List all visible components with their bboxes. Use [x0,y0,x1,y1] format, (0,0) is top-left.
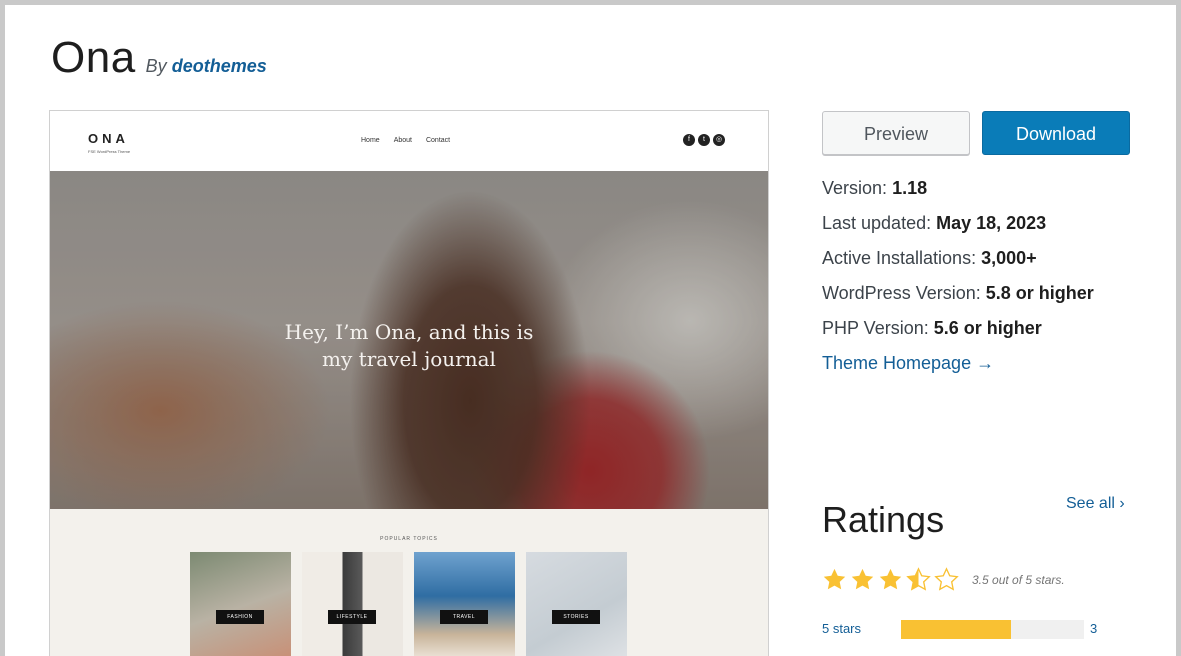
meta-version-label: Version: [822,178,888,198]
rating-bar-track [901,620,1084,639]
topic-card-stories: STORIES [526,552,627,656]
meta-installs: Active Installations: 3,000+ [822,247,1094,282]
screenshot-nav: Home About Contact [361,137,450,144]
topic-tag: STORIES [552,610,600,624]
meta-wp-label: WordPress Version: [822,283,981,303]
screenshot-tagline: FSE WordPress Theme [88,149,131,154]
page: Ona By deothemes ONA FSE WordPress Theme… [5,5,1176,656]
screenshot-hero-image: Hey, I’m Ona, and this is my travel jour… [50,171,768,509]
by-label: By [145,56,167,76]
screenshot-header: ONA FSE WordPress Theme Home About Conta… [50,111,768,171]
rating-bar-fill [901,620,1011,639]
rating-text: 3.5 out of 5 stars. [972,572,1065,587]
meta-php-label: PHP Version: [822,318,929,338]
meta-homepage: Theme Homepage → [822,352,1094,387]
rating-count: 3 [1090,621,1098,636]
theme-homepage-link[interactable]: Theme Homepage → [822,353,994,373]
star-full-icon [879,568,902,590]
star-rating: 3.5 out of 5 stars. [822,567,1065,592]
screenshot-nav-about: About [393,137,412,144]
meta-php-value: 5.6 or higher [933,318,1042,338]
screenshot-social: f t ◎ [683,134,725,146]
hero-heading: Hey, I’m Ona, and this is my travel jour… [50,319,768,373]
twitter-icon: t [698,134,710,146]
star-half-icon [906,567,931,591]
meta-updated: Last updated: May 18, 2023 [822,212,1094,247]
star-full-icon [823,568,846,590]
byline: By deothemes [146,56,267,77]
meta-wp-value: 5.8 or higher [985,283,1094,303]
theme-meta: Version: 1.18 Last updated: May 18, 2023… [822,177,1094,387]
meta-updated-value: May 18, 2023 [936,213,1047,233]
star-empty-icon [934,567,959,591]
rating-bar-row: 5 stars 3 [822,619,1122,641]
preview-button[interactable]: Preview [822,111,970,155]
see-all-ratings-link[interactable]: See all › [1066,495,1125,513]
meta-updated-label: Last updated: [822,213,932,233]
meta-version: Version: 1.18 [822,177,1094,212]
screenshot-nav-home: Home [361,137,380,144]
topic-tag: TRAVEL [440,610,488,624]
author-link[interactable]: deothemes [172,56,267,76]
facebook-icon: f [683,134,695,146]
meta-installs-value: 3,000+ [981,248,1037,268]
theme-title: Ona [51,33,136,82]
ratings-heading: Ratings [822,499,945,540]
topic-tag: FASHION [216,610,264,624]
instagram-icon: ◎ [713,134,725,146]
meta-installs-label: Active Installations: [822,248,977,268]
topic-tag: LIFESTYLE [328,610,376,624]
hero-line-2: my travel journal [322,347,496,371]
hero-line-1: Hey, I’m Ona, and this is [284,320,534,344]
popular-topics: POPULAR TOPICS FASHION LIFESTYLE TRAVEL … [50,509,768,656]
meta-php-version: PHP Version: 5.6 or higher [822,317,1094,352]
topic-card-lifestyle: LIFESTYLE [302,552,403,656]
screenshot-nav-contact: Contact [425,137,451,144]
popular-topics-title: POPULAR TOPICS [380,536,438,542]
meta-version-value: 1.18 [892,178,928,198]
meta-wp-version: WordPress Version: 5.8 or higher [822,282,1094,317]
topic-card-travel: TRAVEL [414,552,515,656]
download-button[interactable]: Download [982,111,1130,155]
theme-screenshot: ONA FSE WordPress Theme Home About Conta… [49,110,769,656]
see-all-label: See all [1066,495,1115,512]
chevron-right-icon: › [1119,495,1125,512]
title-row: Ona By deothemes [51,33,267,83]
screenshot-logo: ONA [88,131,129,146]
star-full-icon [851,568,874,590]
topic-card-fashion: FASHION [190,552,291,656]
rating-5-stars-link[interactable]: 5 stars [822,621,861,636]
